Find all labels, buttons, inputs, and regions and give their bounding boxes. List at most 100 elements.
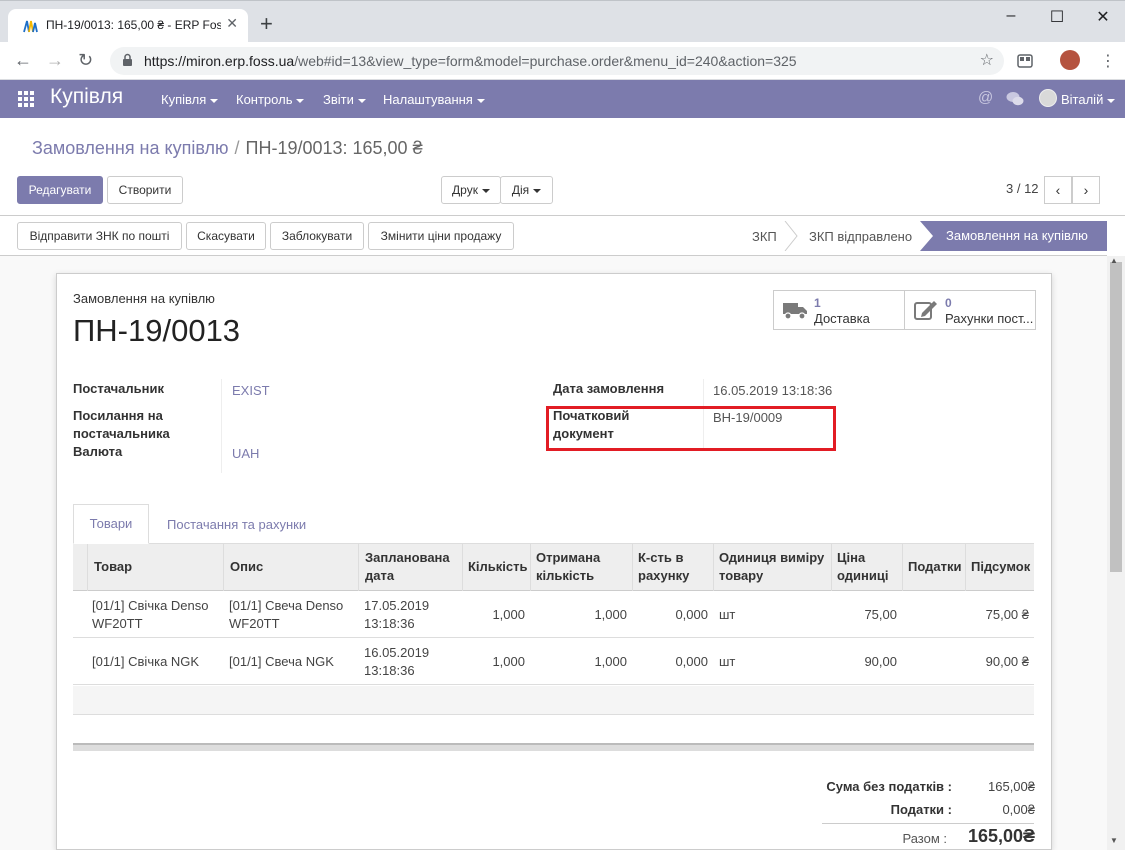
change-sale-prices-button[interactable]: Змінити ціни продажу xyxy=(368,222,514,250)
forward-arrow-icon[interactable]: → xyxy=(46,50,64,71)
stage-rfq-sent[interactable]: ЗКП відправлено xyxy=(809,229,912,244)
pager-value[interactable]: 3 / 12 xyxy=(1006,181,1039,196)
browser-tab-strip: ПН-19/0013: 165,00 ₴ - ERP Foss ✕ + – ☐ … xyxy=(0,0,1125,43)
column-header-unit-price[interactable]: Ціна одиниці xyxy=(837,549,888,585)
menu-control[interactable]: Контроль xyxy=(236,92,305,107)
breadcrumb-parent-link[interactable]: Замовлення на купівлю xyxy=(32,138,229,158)
column-header-product[interactable]: Товар xyxy=(94,558,132,576)
row-unit-price: 75,00 xyxy=(864,607,897,622)
column-header-taxes[interactable]: Податки xyxy=(908,558,961,576)
send-po-email-button[interactable]: Відправити ЗНК по пошті xyxy=(17,222,182,250)
address-bar: ← → ↻ https://miron.erp.foss.ua/web#id=1… xyxy=(0,42,1125,80)
row-quantity: 1,000 xyxy=(492,607,525,622)
field-divider xyxy=(221,379,222,473)
bills-count: 0 xyxy=(945,296,952,310)
stage-purchase-order[interactable]: Замовлення на купівлю xyxy=(920,221,1107,251)
row-subtotal: 90,00 ₴ xyxy=(985,654,1029,669)
tab-deliveries-invoices[interactable]: Постачання та рахунки xyxy=(167,517,306,532)
row-received: 1,000 xyxy=(594,654,627,669)
print-dropdown[interactable]: Друк xyxy=(441,176,501,204)
column-header-uom[interactable]: Одиниця виміру товару xyxy=(719,549,824,585)
column-header-received[interactable]: Отримана кількість xyxy=(536,549,600,585)
pager-next-button[interactable]: › xyxy=(1072,176,1100,204)
column-separator xyxy=(87,544,88,591)
user-avatar[interactable] xyxy=(1039,89,1057,107)
stage-separator xyxy=(784,221,798,251)
column-separator xyxy=(632,544,633,591)
lock-icon xyxy=(123,53,132,66)
column-separator xyxy=(223,544,224,591)
column-separator xyxy=(462,544,463,591)
column-header-quantity[interactable]: Кількість xyxy=(468,558,528,576)
column-header-scheduled-date[interactable]: Запланована дата xyxy=(365,549,450,585)
create-button[interactable]: Створити xyxy=(107,176,183,204)
highlight-annotation-box xyxy=(546,406,836,451)
menu-purchase[interactable]: Купівля xyxy=(161,92,219,107)
at-sign-icon[interactable]: @ xyxy=(978,89,993,106)
back-arrow-icon[interactable]: ← xyxy=(14,50,32,71)
scroll-down-icon[interactable]: ▼ xyxy=(1110,836,1118,845)
action-dropdown[interactable]: Дія xyxy=(500,176,553,204)
tab-title: ПН-19/0013: 165,00 ₴ - ERP Foss xyxy=(46,18,221,32)
order-date-label: Дата замовлення xyxy=(553,381,665,396)
vendor-bills-smart-button[interactable]: 0 Рахунки пост... xyxy=(904,290,1036,330)
cancel-button[interactable]: Скасувати xyxy=(186,222,266,250)
delivery-count: 1 xyxy=(814,296,821,310)
form-statusbar: Відправити ЗНК по пошті Скасувати Заблок… xyxy=(0,216,1107,256)
column-separator xyxy=(530,544,531,591)
column-header-description[interactable]: Опис xyxy=(230,558,263,576)
column-separator xyxy=(358,544,359,591)
breadcrumb-current: ПН-19/0013: 165,00 ₴ xyxy=(245,138,423,158)
table-horizontal-scrollbar[interactable] xyxy=(73,743,1034,751)
url-text: https://miron.erp.foss.ua/web#id=13&view… xyxy=(144,53,797,69)
breadcrumb-separator: / xyxy=(234,138,240,158)
column-separator xyxy=(965,544,966,591)
row-billed: 0,000 xyxy=(675,654,708,669)
totals-divider xyxy=(822,823,1034,824)
row-quantity: 1,000 xyxy=(492,654,525,669)
pager-previous-button[interactable]: ‹ xyxy=(1044,176,1072,204)
menu-reports[interactable]: Звіти xyxy=(323,92,366,107)
app-title[interactable]: Купівля xyxy=(50,85,123,109)
column-separator xyxy=(902,544,903,591)
menu-settings[interactable]: Налаштування xyxy=(383,92,485,107)
row-uom: шт xyxy=(719,654,736,669)
taxes-value: 0,00₴ xyxy=(1002,802,1035,817)
browser-tab[interactable]: ПН-19/0013: 165,00 ₴ - ERP Foss ✕ xyxy=(8,9,248,43)
row-scheduled-date: 16.05.2019 13:18:36 xyxy=(364,645,430,678)
control-panel: Замовлення на купівлю / ПН-19/0013: 165,00… xyxy=(0,118,1125,216)
user-menu[interactable]: Віталій xyxy=(1061,92,1116,107)
delivery-smart-button[interactable]: 1 Доставка xyxy=(773,290,905,330)
url-input[interactable]: https://miron.erp.foss.ua/web#id=13&view… xyxy=(110,47,1004,75)
stage-rfq[interactable]: ЗКП xyxy=(752,229,777,244)
column-separator xyxy=(713,544,714,591)
lock-button[interactable]: Заблокувати xyxy=(270,222,364,250)
scrollbar-thumb[interactable] xyxy=(1110,262,1122,572)
new-tab-icon[interactable]: + xyxy=(260,13,273,35)
taxes-label: Податки : xyxy=(890,802,952,817)
favicon-icon xyxy=(23,20,38,33)
row-product: [01/1] Свічка NGK xyxy=(92,654,200,669)
window-close-icon[interactable]: ✕ xyxy=(1080,7,1125,27)
vendor-value[interactable]: EXIST xyxy=(232,383,270,398)
row-unit-price: 90,00 xyxy=(864,654,897,669)
extension-icon[interactable] xyxy=(1016,52,1034,70)
column-header-billed[interactable]: К-сть в рахунку xyxy=(638,549,689,585)
record-name: ПН-19/0013 xyxy=(73,313,241,348)
column-header-subtotal[interactable]: Підсумок xyxy=(971,558,1030,576)
row-description: [01/1] Свеча Denso WF20TT xyxy=(229,598,344,631)
reload-icon[interactable]: ↻ xyxy=(78,50,93,71)
currency-value[interactable]: UAH xyxy=(232,446,259,461)
apps-grid-icon[interactable] xyxy=(18,91,34,107)
chat-icon[interactable] xyxy=(1006,91,1024,107)
edit-button[interactable]: Редагувати xyxy=(17,176,103,204)
kebab-menu-icon[interactable]: ⋮ xyxy=(1100,51,1116,71)
profile-avatar[interactable] xyxy=(1060,50,1080,70)
scroll-up-icon[interactable]: ▲ xyxy=(1110,256,1118,265)
maximize-icon[interactable]: ☐ xyxy=(1034,7,1080,27)
minimize-icon[interactable]: – xyxy=(988,7,1034,25)
total-value: 165,00₴ xyxy=(967,826,1035,846)
close-icon[interactable]: ✕ xyxy=(226,15,238,32)
bookmark-star-icon[interactable]: ☆ xyxy=(980,50,994,70)
tab-products[interactable]: Товари xyxy=(73,504,149,544)
